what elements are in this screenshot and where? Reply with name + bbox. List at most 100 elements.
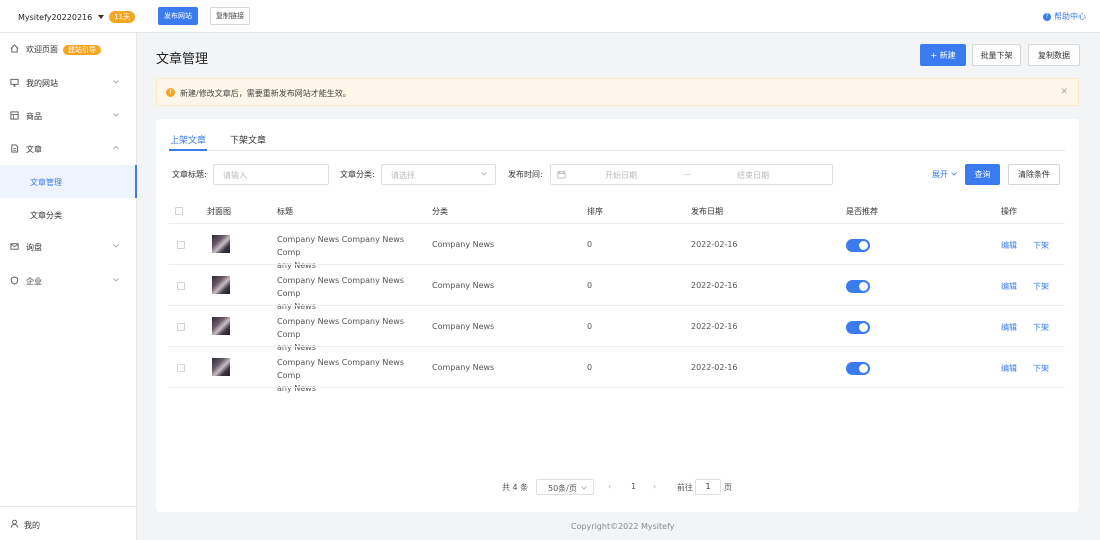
expand-label: 展开 bbox=[932, 170, 948, 179]
help-center-link[interactable]: ? 帮助中心 bbox=[1043, 11, 1086, 22]
recommend-toggle[interactable] bbox=[846, 280, 870, 293]
copy-data-button[interactable]: 复制数据 bbox=[1028, 44, 1080, 66]
column-header-cover: 封面图 bbox=[207, 207, 231, 216]
new-article-button[interactable]: + 新建 bbox=[920, 44, 966, 66]
sidebar-item-articles[interactable]: 文章 bbox=[0, 139, 137, 159]
article-title-line: Company News Company News Comp bbox=[277, 235, 404, 257]
article-card: 上架文章 下架文章 文章标题: 请输入 文章分类: 请选择 发布时间: 开始日期… bbox=[156, 119, 1079, 512]
publish-site-button[interactable]: 发布网站 bbox=[158, 7, 198, 25]
recommend-toggle[interactable] bbox=[846, 321, 870, 334]
notice-banner: ! 新建/修改文章后，需要重新发布网站才能生效。 ✕ bbox=[156, 78, 1079, 106]
article-category: Company News bbox=[432, 240, 495, 249]
sidebar-item-enterprise[interactable]: 企业 bbox=[0, 271, 137, 291]
page-size-select[interactable]: 50条/页 bbox=[536, 479, 594, 495]
article-title[interactable]: Company News Company News Comp any News bbox=[277, 233, 423, 272]
notice-text: 新建/修改文章后，需要重新发布网站才能生效。 bbox=[180, 89, 351, 98]
sidebar-item-label: 我的网站 bbox=[26, 79, 58, 88]
tab-unpublished[interactable]: 下架文章 bbox=[230, 133, 266, 146]
page-title: 文章管理 bbox=[156, 52, 209, 67]
edit-link[interactable]: 编辑 bbox=[1001, 322, 1017, 333]
column-header-date: 发布日期 bbox=[691, 207, 723, 216]
date-range-picker[interactable]: 开始日期 — 结束日期 bbox=[550, 164, 833, 185]
goto-page-input[interactable]: 1 bbox=[695, 479, 721, 495]
article-date: 2022-02-16 bbox=[691, 363, 738, 372]
row-checkbox[interactable] bbox=[177, 364, 185, 372]
document-icon bbox=[11, 144, 19, 153]
article-category: Company News bbox=[432, 322, 495, 331]
article-sort: 0 bbox=[587, 363, 593, 372]
mail-icon bbox=[10, 243, 19, 250]
column-header-recommended: 是否推荐 bbox=[846, 207, 878, 216]
edit-link[interactable]: 编辑 bbox=[1001, 240, 1017, 251]
unpublish-link[interactable]: 下架 bbox=[1033, 363, 1049, 374]
article-date: 2022-02-16 bbox=[691, 281, 738, 290]
top-bar: Mysitefy20220216 11天 发布网站 复制链接 ? 帮助中心 bbox=[0, 0, 1100, 33]
date-separator: — bbox=[683, 170, 691, 179]
next-page-button[interactable]: › bbox=[653, 482, 656, 491]
sidebar-item-label: 询盘 bbox=[26, 243, 42, 252]
article-title[interactable]: Company News Company News Comp any News bbox=[277, 274, 423, 313]
article-category: Company News bbox=[432, 363, 495, 372]
guide-badge[interactable]: 建站引导 bbox=[63, 45, 101, 55]
article-title[interactable]: Company News Company News Comp any News bbox=[277, 315, 423, 354]
chevron-down-icon bbox=[113, 244, 119, 248]
article-sort: 0 bbox=[587, 322, 593, 331]
edit-link[interactable]: 编辑 bbox=[1001, 363, 1017, 374]
sidebar-subitem-article-management[interactable]: 文章管理 bbox=[0, 165, 137, 198]
prev-page-button[interactable]: ‹ bbox=[608, 482, 611, 491]
chevron-down-icon bbox=[581, 486, 587, 490]
category-filter-select[interactable]: 请选择 bbox=[381, 164, 496, 185]
row-divider bbox=[169, 387, 1065, 388]
category-filter-label: 文章分类: bbox=[340, 170, 375, 179]
tab-published[interactable]: 上架文章 bbox=[170, 133, 206, 146]
article-title-line: any News bbox=[277, 261, 316, 270]
sidebar-item-label: 商品 bbox=[26, 112, 42, 121]
monitor-icon bbox=[10, 78, 19, 87]
sidebar-item-welcome[interactable]: 欢迎页面 建站引导 bbox=[0, 39, 137, 59]
expand-filters-link[interactable]: 展开 bbox=[932, 169, 957, 180]
close-icon[interactable]: ✕ bbox=[1060, 87, 1068, 97]
user-label: 我的 bbox=[24, 521, 40, 530]
row-checkbox[interactable] bbox=[177, 282, 185, 290]
days-badge: 11天 bbox=[109, 11, 136, 23]
start-date-placeholder: 开始日期 bbox=[605, 171, 637, 180]
unpublish-link[interactable]: 下架 bbox=[1033, 281, 1049, 292]
help-label: 帮助中心 bbox=[1054, 12, 1086, 21]
clear-conditions-button[interactable]: 清除条件 bbox=[1008, 164, 1060, 185]
shield-icon bbox=[10, 276, 19, 285]
recommend-toggle[interactable] bbox=[846, 239, 870, 252]
chevron-down-icon bbox=[481, 172, 487, 176]
query-button[interactable]: 查询 bbox=[965, 164, 1000, 185]
site-selector[interactable]: Mysitefy20220216 11天 bbox=[18, 11, 136, 23]
unpublish-link[interactable]: 下架 bbox=[1033, 322, 1049, 333]
article-date: 2022-02-16 bbox=[691, 240, 738, 249]
sidebar-item-label: 欢迎页面 bbox=[26, 45, 58, 54]
warning-icon: ! bbox=[166, 88, 175, 97]
title-filter-label: 文章标题: bbox=[172, 170, 207, 179]
sidebar-item-inquiry[interactable]: 询盘 bbox=[0, 237, 137, 257]
article-sort: 0 bbox=[587, 281, 593, 290]
page-number-current[interactable]: 1 bbox=[631, 482, 636, 491]
edit-link[interactable]: 编辑 bbox=[1001, 281, 1017, 292]
sidebar-item-products[interactable]: 商品 bbox=[0, 106, 137, 126]
sidebar-item-my-site[interactable]: 我的网站 bbox=[0, 73, 137, 93]
bulk-unpublish-button[interactable]: 批量下架 bbox=[972, 44, 1021, 66]
article-title-line: any News bbox=[277, 384, 316, 393]
cover-thumbnail bbox=[212, 276, 230, 294]
sidebar-user[interactable]: 我的 bbox=[0, 506, 137, 540]
row-divider bbox=[169, 346, 1065, 347]
article-title-line: Company News Company News Comp bbox=[277, 317, 404, 339]
article-title-line: Company News Company News Comp bbox=[277, 358, 404, 380]
sidebar-subitem-article-category[interactable]: 文章分类 bbox=[0, 198, 137, 231]
article-title[interactable]: Company News Company News Comp any News bbox=[277, 356, 423, 395]
column-header-sort: 排序 bbox=[587, 207, 603, 216]
article-title-line: any News bbox=[277, 343, 316, 352]
row-checkbox[interactable] bbox=[177, 241, 185, 249]
unpublish-link[interactable]: 下架 bbox=[1033, 240, 1049, 251]
copy-link-button[interactable]: 复制链接 bbox=[210, 7, 250, 25]
title-filter-input[interactable]: 请输入 bbox=[213, 164, 329, 185]
caret-down-icon bbox=[98, 15, 105, 19]
select-all-checkbox[interactable] bbox=[175, 207, 183, 215]
row-checkbox[interactable] bbox=[177, 323, 185, 331]
recommend-toggle[interactable] bbox=[846, 362, 870, 375]
